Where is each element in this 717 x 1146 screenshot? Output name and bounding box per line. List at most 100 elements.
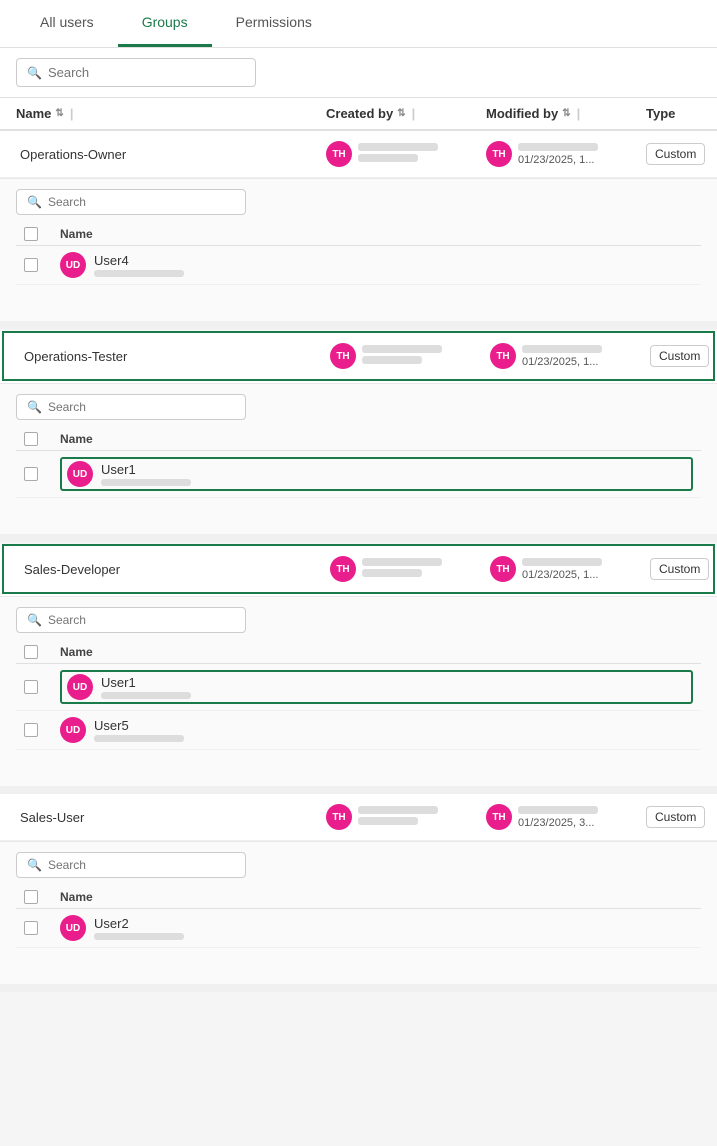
group-modified-cell-operations-owner: TH 01/23/2025, 1... xyxy=(486,141,646,167)
panel-search-sales-user: 🔍 xyxy=(16,852,246,878)
created-avatar-operations-tester: TH xyxy=(330,343,356,369)
checkbox-header-operations-owner xyxy=(24,227,60,241)
sort-icon-name[interactable]: ⇅ xyxy=(55,108,63,119)
created-info-operations-tester xyxy=(362,345,442,367)
checkbox-header-sales-developer xyxy=(24,645,60,659)
col-created-label: Created by xyxy=(326,106,393,121)
group-section-operations-tester: Operations-Tester TH TH 01/23/2025, 1...… xyxy=(0,331,717,542)
user-list-header-operations-owner: Name xyxy=(16,223,701,246)
user-email-blur-sales-developer-0 xyxy=(101,692,191,699)
group-modified-cell-operations-tester: TH 01/23/2025, 1... xyxy=(490,343,650,369)
user-info-operations-owner-0: User4 xyxy=(94,253,184,277)
created-name-blur2-sales-user xyxy=(358,817,418,825)
user-info-sales-developer-1: User5 xyxy=(94,718,184,742)
group-type-operations-owner: Custom xyxy=(646,143,717,165)
col-type-label: Type xyxy=(646,106,675,121)
user-row-sales-developer-1: UD User5 xyxy=(16,711,701,750)
user-checkbox-cell-sales-developer-1 xyxy=(24,723,60,737)
tab-all-users[interactable]: All users xyxy=(16,0,118,47)
modified-date-sales-developer: 01/23/2025, 1... xyxy=(522,569,602,581)
panel-search-sales-developer: 🔍 xyxy=(16,607,246,633)
group-created-cell-sales-user: TH xyxy=(326,804,486,830)
panel-search-input-operations-tester[interactable] xyxy=(48,400,235,414)
name-col-header-sales-user: Name xyxy=(60,890,693,904)
panel-operations-tester: 🔍 Name UD User1 xyxy=(0,383,717,534)
group-row-sales-developer[interactable]: Sales-Developer TH TH 01/23/2025, 1... C… xyxy=(2,544,715,594)
modified-date-operations-owner: 01/23/2025, 1... xyxy=(518,154,598,166)
checkbox-header-operations-tester xyxy=(24,432,60,446)
panel-sales-developer: 🔍 Name UD User1 UD Us xyxy=(0,596,717,786)
user-row-operations-tester-0: UD User1 xyxy=(16,451,701,498)
panel-search-icon-operations-owner: 🔍 xyxy=(27,195,42,209)
group-type-sales-developer: Custom xyxy=(650,558,717,580)
user-checkbox-sales-user-0[interactable] xyxy=(24,921,38,935)
group-row-sales-user[interactable]: Sales-User TH TH 01/23/2025, 3... Custom xyxy=(0,794,717,841)
panel-search-operations-owner: 🔍 xyxy=(16,189,246,215)
sort-icon-created[interactable]: ⇅ xyxy=(397,108,405,119)
modified-name-blur-operations-owner xyxy=(518,143,598,151)
created-name-blur-operations-owner xyxy=(358,143,438,151)
top-search-input[interactable] xyxy=(48,65,245,80)
select-all-checkbox-operations-tester[interactable] xyxy=(24,432,38,446)
user-avatar-operations-owner-0: UD xyxy=(60,252,86,278)
created-avatar-sales-user: TH xyxy=(326,804,352,830)
select-all-checkbox-sales-developer[interactable] xyxy=(24,645,38,659)
user-checkbox-operations-tester-0[interactable] xyxy=(24,467,38,481)
modified-name-blur-sales-developer xyxy=(522,558,602,566)
user-item-sales-user-0: UD User2 xyxy=(60,915,693,941)
type-badge-operations-tester: Custom xyxy=(650,345,709,367)
groups-container: Operations-Owner TH TH 01/23/2025, 1... … xyxy=(0,131,717,992)
modified-date-sales-user: 01/23/2025, 3... xyxy=(518,817,598,829)
sort-icon-modified[interactable]: ⇅ xyxy=(562,108,570,119)
created-info-operations-owner xyxy=(358,143,438,165)
user-email-blur-operations-tester-0 xyxy=(101,479,191,486)
panel-search-input-sales-developer[interactable] xyxy=(48,613,235,627)
select-all-checkbox-operations-owner[interactable] xyxy=(24,227,38,241)
name-col-header-operations-owner: Name xyxy=(60,227,693,241)
created-name-blur-sales-developer xyxy=(362,558,442,566)
created-info-sales-developer xyxy=(362,558,442,580)
user-checkbox-sales-developer-1[interactable] xyxy=(24,723,38,737)
col-created-header: Created by ⇅ | xyxy=(326,106,486,121)
col-name-label: Name xyxy=(16,106,51,121)
user-info-sales-developer-0: User1 xyxy=(101,675,191,699)
user-name-sales-developer-1: User5 xyxy=(94,718,184,733)
name-col-header-operations-tester: Name xyxy=(60,432,693,446)
tab-permissions[interactable]: Permissions xyxy=(212,0,336,47)
modified-date-operations-tester: 01/23/2025, 1... xyxy=(522,356,602,368)
user-checkbox-cell-operations-tester-0 xyxy=(24,467,60,481)
user-item-sales-developer-0: UD User1 xyxy=(60,670,693,704)
modified-avatar-sales-developer: TH xyxy=(490,556,516,582)
panel-search-input-operations-owner[interactable] xyxy=(48,195,235,209)
created-name-blur-sales-user xyxy=(358,806,438,814)
user-name-sales-developer-0: User1 xyxy=(101,675,191,690)
user-checkbox-sales-developer-0[interactable] xyxy=(24,680,38,694)
select-all-checkbox-sales-user[interactable] xyxy=(24,890,38,904)
modified-avatar-operations-owner: TH xyxy=(486,141,512,167)
tab-groups[interactable]: Groups xyxy=(118,0,212,47)
user-name-operations-tester-0: User1 xyxy=(101,462,191,477)
col-type-header: Type xyxy=(646,106,717,121)
user-name-sales-user-0: User2 xyxy=(94,916,184,931)
name-col-header-sales-developer: Name xyxy=(60,645,693,659)
group-row-operations-owner[interactable]: Operations-Owner TH TH 01/23/2025, 1... … xyxy=(0,131,717,178)
created-name-blur-operations-tester xyxy=(362,345,442,353)
user-checkbox-operations-owner-0[interactable] xyxy=(24,258,38,272)
empty-row-sales-developer xyxy=(16,750,701,782)
col-name-header: Name ⇅ | xyxy=(16,106,326,121)
modified-avatar-sales-user: TH xyxy=(486,804,512,830)
checkbox-header-sales-user xyxy=(24,890,60,904)
user-avatar-sales-developer-0: UD xyxy=(67,674,93,700)
user-list-header-sales-developer: Name xyxy=(16,641,701,664)
panel-operations-owner: 🔍 Name UD User4 xyxy=(0,178,717,321)
type-badge-sales-developer: Custom xyxy=(650,558,709,580)
modified-name-blur-sales-user xyxy=(518,806,598,814)
panel-search-input-sales-user[interactable] xyxy=(48,858,235,872)
group-row-operations-tester[interactable]: Operations-Tester TH TH 01/23/2025, 1...… xyxy=(2,331,715,381)
group-created-cell-operations-owner: TH xyxy=(326,141,486,167)
search-icon: 🔍 xyxy=(27,66,42,80)
user-email-blur-sales-developer-1 xyxy=(94,735,184,742)
user-row-sales-developer-0: UD User1 xyxy=(16,664,701,711)
user-row-operations-owner-0: UD User4 xyxy=(16,246,701,285)
modified-avatar-operations-tester: TH xyxy=(490,343,516,369)
